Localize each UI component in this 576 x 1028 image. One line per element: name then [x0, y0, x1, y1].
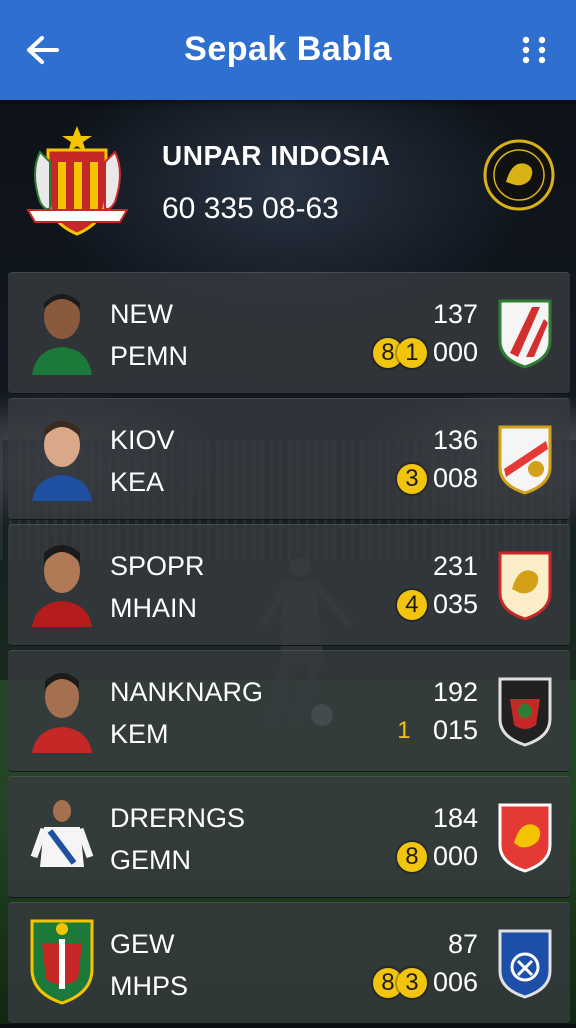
coin-badge: 1 [396, 337, 427, 368]
list-item[interactable]: GEW MHPS 87 8 3 006 [8, 902, 570, 1024]
player-points: 184 [432, 803, 478, 833]
club-name: UNPAR INDOSIA [162, 140, 391, 171]
score-value: 006 [432, 967, 478, 997]
list-item[interactable]: SPOPR MHAIN 231 4 035 [8, 524, 570, 646]
ranking-list: NEW PEMN 137 8 1 000 KIOV KEA 136 3 008 [8, 272, 570, 1028]
player-first-line: GEW [110, 929, 175, 959]
coin-badge: 8 [396, 841, 427, 872]
team-shield-icon [498, 929, 552, 999]
list-item[interactable]: NANKNARG KEM 192 1 015 [8, 650, 570, 772]
page-title: Sepak Babla [184, 30, 392, 68]
player-points: 136 [432, 425, 478, 455]
player-first-line: DRERNGS [110, 803, 246, 833]
score-value: 000 [432, 841, 478, 871]
team-shield-icon [498, 299, 552, 369]
coin-badge: 3 [396, 967, 427, 998]
league-badge-icon[interactable] [482, 138, 556, 212]
player-second-line: MHPS [110, 971, 189, 1001]
team-shield-icon [498, 425, 552, 495]
coin-badge: 4 [396, 589, 427, 620]
team-crest-avatar [30, 919, 94, 1005]
player-points: 87 [447, 929, 478, 959]
team-shield-icon [498, 677, 552, 747]
coin-badge: 3 [396, 463, 427, 494]
list-item[interactable]: NEW PEMN 137 8 1 000 [8, 272, 570, 394]
player-avatar [32, 673, 92, 753]
team-shield-icon [498, 803, 552, 873]
score-value: 015 [432, 715, 478, 745]
player-first-line: NEW [110, 299, 173, 329]
player-first-line: KIOV [110, 425, 175, 455]
player-score: 8 000 [396, 841, 478, 872]
player-points: 137 [432, 299, 478, 329]
player-score: 3 008 [396, 463, 478, 494]
player-second-line: MHAIN [110, 593, 197, 623]
more-vertical-icon [522, 36, 546, 64]
player-second-line: KEA [110, 467, 165, 497]
player-score: 8 1 000 [372, 337, 478, 368]
list-item[interactable]: DRERNGS GEMN 184 8 000 [8, 776, 570, 898]
score-value: 035 [432, 589, 478, 619]
list-item[interactable]: KIOV KEA 136 3 008 [8, 398, 570, 520]
coin-badge: 1 [397, 716, 411, 744]
player-first-line: NANKNARG [110, 677, 264, 707]
player-second-line: PEMN [110, 341, 189, 371]
player-second-line: GEMN [110, 845, 191, 875]
club-header: UNPAR INDOSIA 60 335 08-63 [0, 108, 576, 268]
club-crest-icon [26, 126, 129, 236]
player-points: 231 [432, 551, 478, 581]
player-avatar [32, 421, 92, 501]
player-points: 192 [432, 677, 478, 707]
score-value: 008 [432, 463, 478, 493]
player-score: 8 3 006 [372, 967, 478, 998]
player-score: 1 015 [389, 715, 478, 746]
player-avatar [30, 800, 94, 867]
player-avatar [32, 545, 92, 627]
player-score: 4 035 [396, 589, 478, 620]
more-options-button[interactable] [518, 34, 550, 66]
player-first-line: SPOPR [110, 551, 205, 581]
player-avatar [32, 294, 92, 375]
club-code: 60 335 08-63 [162, 192, 339, 225]
player-second-line: KEM [110, 719, 169, 749]
team-shield-icon [498, 551, 552, 621]
score-value: 000 [432, 337, 478, 367]
app-bar: Sepak Babla [0, 0, 576, 100]
